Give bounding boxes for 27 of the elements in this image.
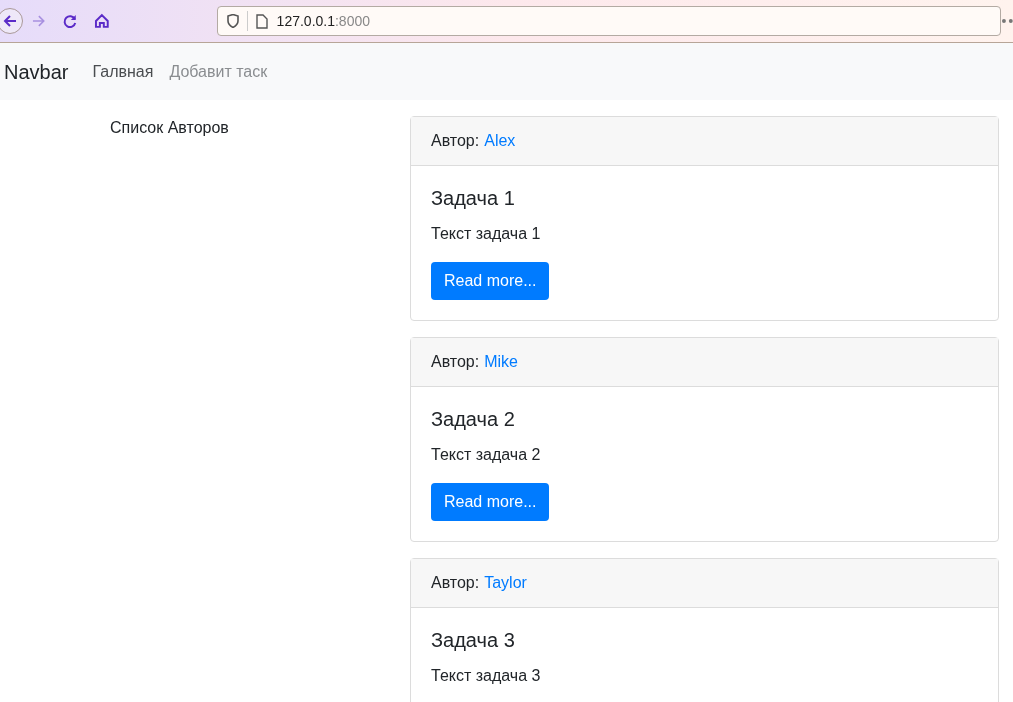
back-button[interactable] (0, 8, 23, 34)
sidebar-title: Список Авторов (110, 119, 229, 136)
home-icon[interactable] (93, 13, 110, 29)
back-arrow-icon (1, 13, 18, 29)
read-more-button[interactable]: Read more... (431, 483, 550, 521)
address-bar[interactable]: 127.0.0.1:8000 (216, 6, 1002, 36)
reload-icon[interactable] (62, 13, 78, 29)
author-label: Автор: (431, 131, 480, 151)
task-text: Текст задача 3 (431, 666, 542, 686)
read-more-button[interactable]: Read more... (431, 262, 550, 300)
author-link[interactable]: Alex (484, 129, 516, 153)
author-link[interactable]: Mike (484, 350, 518, 374)
author-link[interactable]: Taylor (484, 571, 527, 595)
task-text: Текст задача 2 (431, 445, 542, 465)
navbar-brand[interactable]: Navbar (4, 56, 69, 87)
url-text: 127.0.0.1:8000 (276, 11, 371, 31)
nav-link[interactable]: Галвная (92, 59, 154, 84)
author-label: Автор: (431, 352, 480, 372)
task-title: Задача 3 (431, 628, 516, 652)
nav-link[interactable]: Добавит таск (169, 59, 268, 84)
page-icon (255, 13, 268, 29)
author-label: Автор: (431, 573, 480, 593)
more-icon[interactable] (1001, 18, 1013, 24)
task-title: Задача 1 (431, 186, 516, 210)
task-title: Задача 2 (431, 407, 516, 431)
shield-icon (226, 14, 239, 28)
task-text: Текст задача 1 (431, 224, 542, 244)
